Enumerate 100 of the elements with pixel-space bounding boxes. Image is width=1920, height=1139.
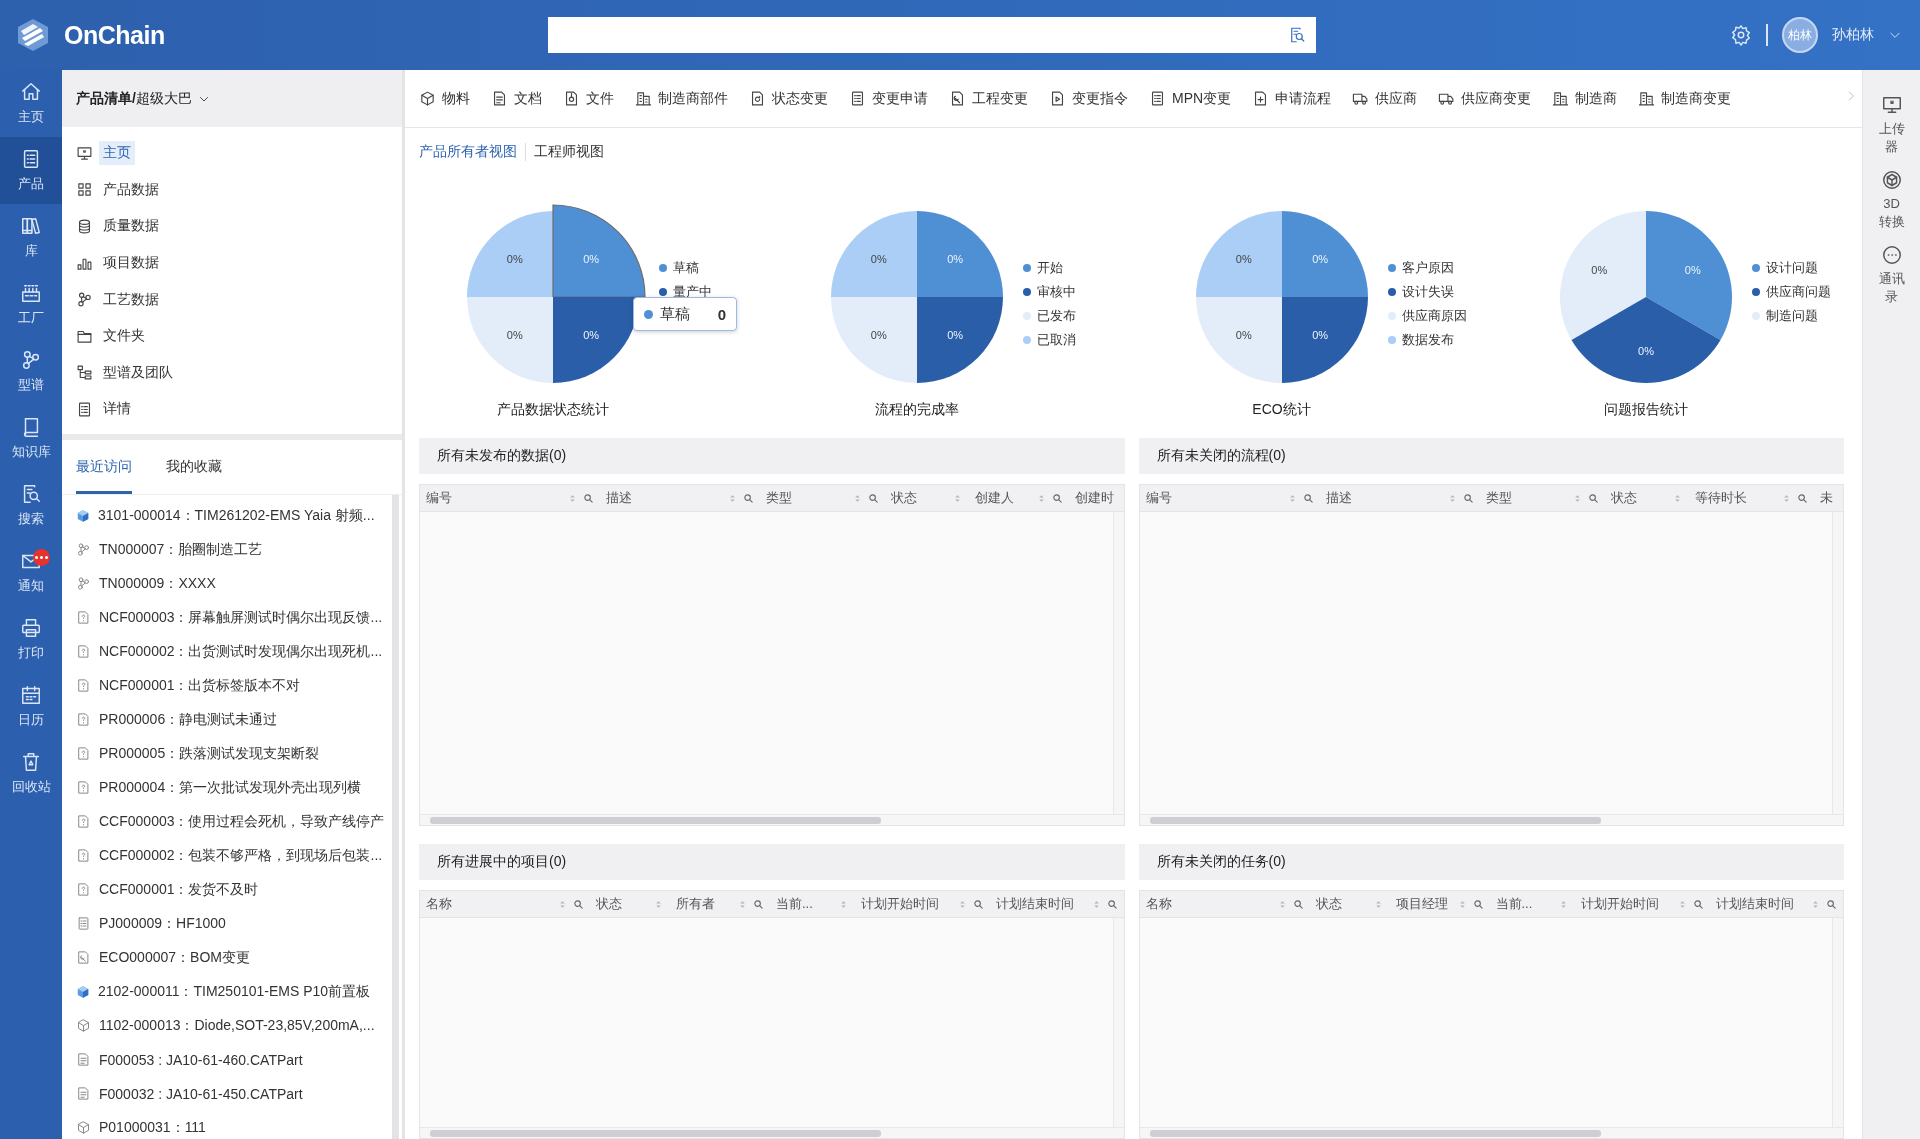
column-header[interactable]: 类型: [1479, 485, 1605, 511]
search-icon[interactable]: [743, 492, 754, 504]
scrollbar[interactable]: [1832, 512, 1843, 814]
scrollbar[interactable]: [1112, 918, 1124, 1127]
search-icon[interactable]: [1106, 898, 1118, 910]
sort-icon[interactable]: [1036, 492, 1047, 504]
nav-item[interactable]: 产品: [0, 137, 62, 204]
sort-icon[interactable]: [653, 898, 664, 910]
nav-item[interactable]: 知识库: [0, 405, 62, 472]
toolbar-button[interactable]: 状态变更: [749, 89, 828, 108]
toolbar-button[interactable]: 制造商变更: [1638, 89, 1732, 108]
search-icon[interactable]: [973, 898, 984, 910]
nav-item[interactable]: 搜索: [0, 472, 62, 539]
toolbar-button[interactable]: 物料: [419, 89, 470, 108]
column-header[interactable]: 创建时: [1069, 485, 1124, 511]
legend-item[interactable]: 供应商原因: [1387, 307, 1467, 324]
view-tab[interactable]: 工程师视图: [525, 143, 612, 161]
pie-slice[interactable]: [1281, 297, 1368, 383]
breadcrumb-dropdown[interactable]: 产品清单/超级大巴: [76, 89, 210, 108]
pie-slice[interactable]: [917, 211, 1004, 297]
scrollbar[interactable]: [1832, 918, 1843, 1127]
legend-item[interactable]: 已取消: [1023, 331, 1077, 348]
sort-icon[interactable]: [957, 898, 968, 910]
search-icon[interactable]: [1692, 898, 1704, 910]
sort-icon[interactable]: [838, 898, 849, 910]
toolbar-button[interactable]: 供应商: [1352, 89, 1418, 108]
legend-item[interactable]: 开始: [1023, 259, 1077, 276]
pie-slice[interactable]: [1281, 211, 1368, 297]
search-icon[interactable]: [1472, 898, 1484, 910]
menu-item[interactable]: 主页: [76, 135, 402, 172]
recent-item[interactable]: PR000005：跌落测试发现支架断裂: [76, 736, 392, 771]
toolbar-button[interactable]: 制造商部件: [635, 89, 728, 108]
column-header[interactable]: 类型: [760, 485, 885, 511]
tab[interactable]: 我的收藏: [166, 439, 222, 494]
sort-icon[interactable]: [567, 492, 578, 504]
nav-item[interactable]: 通知: [0, 539, 62, 606]
rail-button[interactable]: 上传器: [1869, 94, 1914, 156]
recent-item[interactable]: 1102-000013：Diode,SOT-23,85V,200mA,...: [76, 1008, 392, 1043]
column-header[interactable]: 项目经理: [1389, 891, 1490, 917]
legend-item[interactable]: 数据发布: [1387, 331, 1467, 348]
toolbar-button[interactable]: 申请流程: [1252, 89, 1332, 108]
toolbar-button[interactable]: 文件: [563, 89, 614, 108]
column-header[interactable]: 描述: [1319, 485, 1480, 511]
column-header[interactable]: 计划结束时间: [1709, 891, 1843, 917]
toolbar-button[interactable]: 工程变更: [949, 89, 1028, 108]
scrollbar[interactable]: [1112, 512, 1124, 814]
scrollbar[interactable]: [1139, 814, 1843, 825]
pie-slice[interactable]: [917, 297, 1004, 383]
nav-item[interactable]: 打印: [0, 606, 62, 673]
legend-item[interactable]: 草稿: [659, 259, 712, 276]
toolbar-button[interactable]: 变更指令: [1049, 89, 1128, 108]
nav-item[interactable]: 库: [0, 204, 62, 271]
search-icon[interactable]: [1462, 492, 1474, 504]
toolbar-button[interactable]: 供应商变更: [1438, 89, 1532, 108]
search-icon[interactable]: [1826, 898, 1837, 910]
recent-item[interactable]: 3101-000014：TIM261202-EMS Yaia 射频...: [76, 498, 392, 533]
column-header[interactable]: 未: [1813, 485, 1843, 511]
recent-item[interactable]: TN000007：胎圈制造工艺: [76, 532, 392, 567]
sort-icon[interactable]: [557, 898, 568, 910]
recent-item[interactable]: 2102-000011：TIM250101-EMS P10前置板: [76, 974, 392, 1009]
menu-item[interactable]: 工艺数据: [76, 281, 402, 318]
legend-item[interactable]: 设计失误: [1387, 283, 1467, 300]
recent-item[interactable]: NCF000002：出货测试时发现偶尔出现死机...: [76, 634, 392, 669]
column-header[interactable]: 计划开始时间: [855, 891, 990, 917]
scrollbar[interactable]: [1139, 1127, 1843, 1138]
legend-item[interactable]: 供应商问题: [1751, 283, 1831, 300]
nav-item[interactable]: 主页: [0, 70, 62, 137]
column-header[interactable]: 状态: [1604, 485, 1689, 511]
column-header[interactable]: 编号: [420, 485, 600, 511]
recent-item[interactable]: CCF000003：使用过程会死机，导致产线停产: [76, 804, 392, 839]
column-header[interactable]: 编号: [1139, 485, 1320, 511]
menu-item[interactable]: 型谱及团队: [76, 354, 402, 392]
legend-item[interactable]: 量产中: [659, 283, 712, 300]
search-icon[interactable]: [753, 898, 764, 910]
search-field[interactable]: [548, 17, 1316, 53]
sort-icon[interactable]: [737, 898, 748, 910]
view-tab[interactable]: 产品所有者视图: [419, 143, 525, 161]
recent-item[interactable]: NCF000001：出货标签版本不对: [76, 668, 392, 703]
menu-item[interactable]: 详情: [76, 391, 402, 428]
legend-item[interactable]: 设计问题: [1751, 259, 1831, 276]
pie-slice[interactable]: [1571, 297, 1721, 383]
recent-item[interactable]: TN000009：XXXX: [76, 566, 392, 601]
nav-item[interactable]: 工厂: [0, 271, 62, 338]
column-header[interactable]: 当前...: [770, 891, 855, 917]
nav-item[interactable]: 日历: [0, 673, 62, 740]
recent-item[interactable]: NCF000003：屏幕触屏测试时偶尔出现反馈...: [76, 600, 392, 635]
legend-item[interactable]: 审核中: [1023, 283, 1077, 300]
menu-item[interactable]: 质量数据: [76, 208, 402, 245]
column-header[interactable]: 计划开始时间: [1574, 891, 1710, 917]
sort-icon[interactable]: [1810, 898, 1821, 910]
sort-icon[interactable]: [727, 492, 738, 504]
search-icon[interactable]: [1302, 492, 1314, 504]
search-icon[interactable]: [1587, 492, 1599, 504]
recent-item[interactable]: PR000004：第一次批试发现外壳出现列横: [76, 770, 392, 805]
scrollbar[interactable]: [392, 494, 399, 1139]
menu-item[interactable]: 产品数据: [76, 171, 402, 209]
recent-item[interactable]: PR000006：静电测试未通过: [76, 702, 392, 737]
recent-item[interactable]: ECO000007：BOM变更: [76, 940, 392, 975]
scrollbar[interactable]: [420, 1127, 1124, 1138]
search-icon[interactable]: [1796, 492, 1808, 504]
